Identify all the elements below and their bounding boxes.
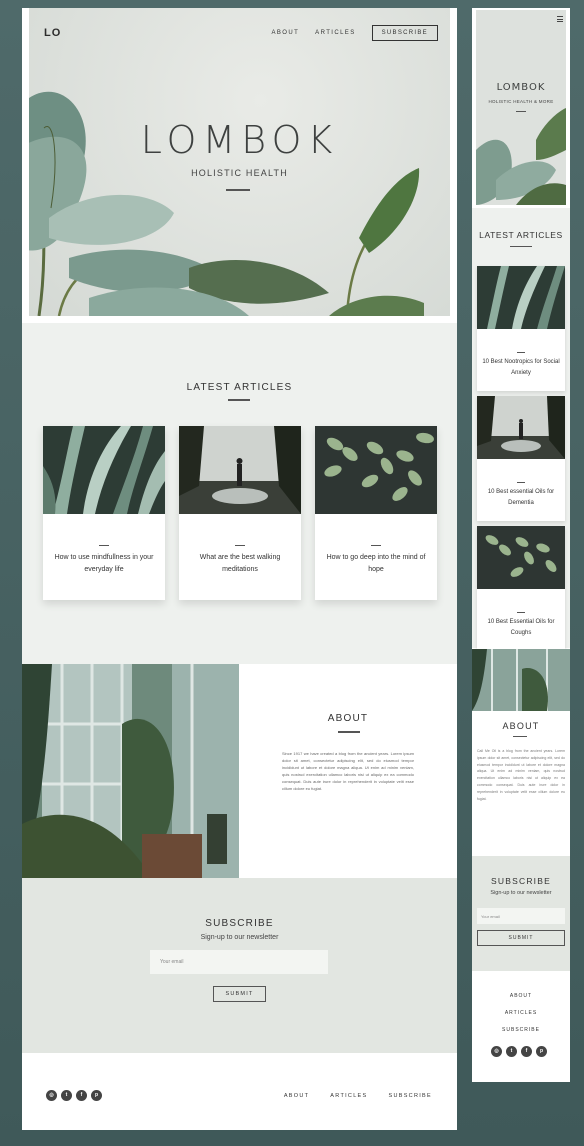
section-title: ABOUT [327,713,369,724]
hamburger-menu-icon[interactable] [557,16,563,24]
submit-button[interactable]: SUBMIT [477,930,565,946]
footer-subscribe-link[interactable]: SUBSCRIBE [472,1027,570,1033]
footer: ◎ t f p ABOUT ARTICLES SUBSCRIBE [22,1053,457,1130]
social-links: ◎ t f p [46,1090,102,1101]
footer: ABOUT ARTICLES SUBSCRIBE ◎ t f p [472,971,570,1082]
title-underline [510,246,532,247]
rubber-plant-image [29,91,424,316]
article-card[interactable]: 10 Best essential Oils for Dementia [477,396,565,521]
latest-articles-section: LATEST ARTICLES 10 Best Nootropics for S… [472,208,570,651]
rubber-plant-image [476,10,566,205]
article-card[interactable]: 10 Best Nootropics for Social Anxiety [477,266,565,391]
submit-button[interactable]: SUBMIT [213,986,266,1002]
forest-walk-image [179,426,301,514]
desktop-mockup: LO ABOUT ARTICLES SUBSCRIBE LOMBOK HOLIS… [22,8,457,1130]
pinterest-icon[interactable]: p [536,1046,547,1057]
top-nav: ABOUT ARTICLES SUBSCRIBE [272,25,438,41]
nav-about-link[interactable]: ABOUT [272,30,300,36]
footer-subscribe-link[interactable]: SUBSCRIBE [389,1093,433,1099]
footer-nav: ABOUT ARTICLES SUBSCRIBE [284,1093,432,1099]
mobile-mockup: LOMBOK HOLISTIC HEALTH & MORE LATEST ART… [472,8,570,1082]
card-divider [517,612,525,613]
hero-subtitle: HOLISTIC HEALTH [191,168,288,178]
section-title: SUBSCRIBE [205,918,274,929]
subscribe-tagline: Sign-up to our newsletter [490,890,552,896]
card-title[interactable]: How to go deep into the mind of hope [315,552,437,576]
card-title[interactable]: 10 Best Essential Oils for Coughs [477,617,565,639]
footer-about-link[interactable]: ABOUT [284,1093,309,1099]
card-divider [99,545,109,546]
article-card[interactable]: What are the best walking meditations [179,426,301,600]
title-underline [513,736,527,737]
card-title[interactable]: 10 Best essential Oils for Dementia [477,487,565,509]
fern-leaves-image [315,426,437,514]
latest-articles-section: LATEST ARTICLES How to use mindfullness … [22,323,457,673]
card-divider [371,545,381,546]
about-body: Since 1917 we have created a blog from t… [282,751,414,791]
twitter-icon[interactable]: t [61,1090,72,1101]
social-links: ◎ t f p [491,1046,547,1057]
about-section: ABOUT Call Me Oil is a blog from the anc… [472,711,570,856]
title-underline [228,399,250,401]
article-card[interactable]: How to use mindfullness in your everyday… [43,426,165,600]
site-logo[interactable]: LO [44,27,61,39]
forest-walk-image [477,396,565,459]
facebook-icon[interactable]: f [521,1046,532,1057]
pinterest-icon[interactable]: p [91,1090,102,1101]
nav-subscribe-button[interactable]: SUBSCRIBE [371,25,438,41]
card-title[interactable]: 10 Best Nootropics for Social Anxiety [477,357,565,379]
article-cards: How to use mindfullness in your everyday… [43,426,437,600]
card-divider [517,352,525,353]
nav-articles-link[interactable]: ARTICLES [315,30,355,36]
card-title[interactable]: How to use mindfullness in your everyday… [43,552,165,576]
leaves-closeup-image [43,426,165,514]
fern-leaves-image [477,526,565,589]
section-title: ABOUT [502,721,540,731]
card-title[interactable]: What are the best walking meditations [179,552,301,576]
hero-title: LOMBOK [140,118,339,162]
about-body: Call Me Oil is a blog from the ancient y… [477,749,565,801]
about-section: ABOUT Since 1917 we have created a blog … [22,664,457,878]
greenhouse-image [472,649,570,711]
instagram-icon[interactable]: ◎ [491,1046,502,1057]
article-card[interactable]: 10 Best Essential Oils for Coughs [477,526,565,651]
card-divider [235,545,245,546]
hero-divider [226,189,250,191]
mobile-hero: LOMBOK HOLISTIC HEALTH & MORE [476,10,566,205]
hero-title: LOMBOK [496,82,546,93]
section-title: LATEST ARTICLES [186,382,293,393]
hero-divider [516,111,526,112]
section-title: SUBSCRIBE [491,876,551,886]
card-divider [517,482,525,483]
footer-articles-link[interactable]: ARTICLES [330,1093,367,1099]
footer-nav: ABOUT ARTICLES SUBSCRIBE [472,993,570,1044]
hero-section: LO ABOUT ARTICLES SUBSCRIBE LOMBOK HOLIS… [29,8,450,316]
footer-about-link[interactable]: ABOUT [472,993,570,999]
footer-articles-link[interactable]: ARTICLES [472,1010,570,1016]
email-field[interactable]: Your email [150,950,328,974]
subscribe-section: SUBSCRIBE Sign-up to our newsletter Your… [22,878,457,1053]
subscribe-section: SUBSCRIBE Sign-up to our newsletter Your… [472,856,570,971]
instagram-icon[interactable]: ◎ [46,1090,57,1101]
email-field[interactable]: Your email [477,908,565,924]
hero-subtitle: HOLISTIC HEALTH & MORE [488,99,554,104]
greenhouse-image [22,664,239,878]
subscribe-tagline: Sign-up to our newsletter [200,934,279,941]
twitter-icon[interactable]: t [506,1046,517,1057]
title-underline [338,731,360,733]
facebook-icon[interactable]: f [76,1090,87,1101]
article-card[interactable]: How to go deep into the mind of hope [315,426,437,600]
leaves-closeup-image [477,266,565,329]
section-title: LATEST ARTICLES [479,230,563,240]
